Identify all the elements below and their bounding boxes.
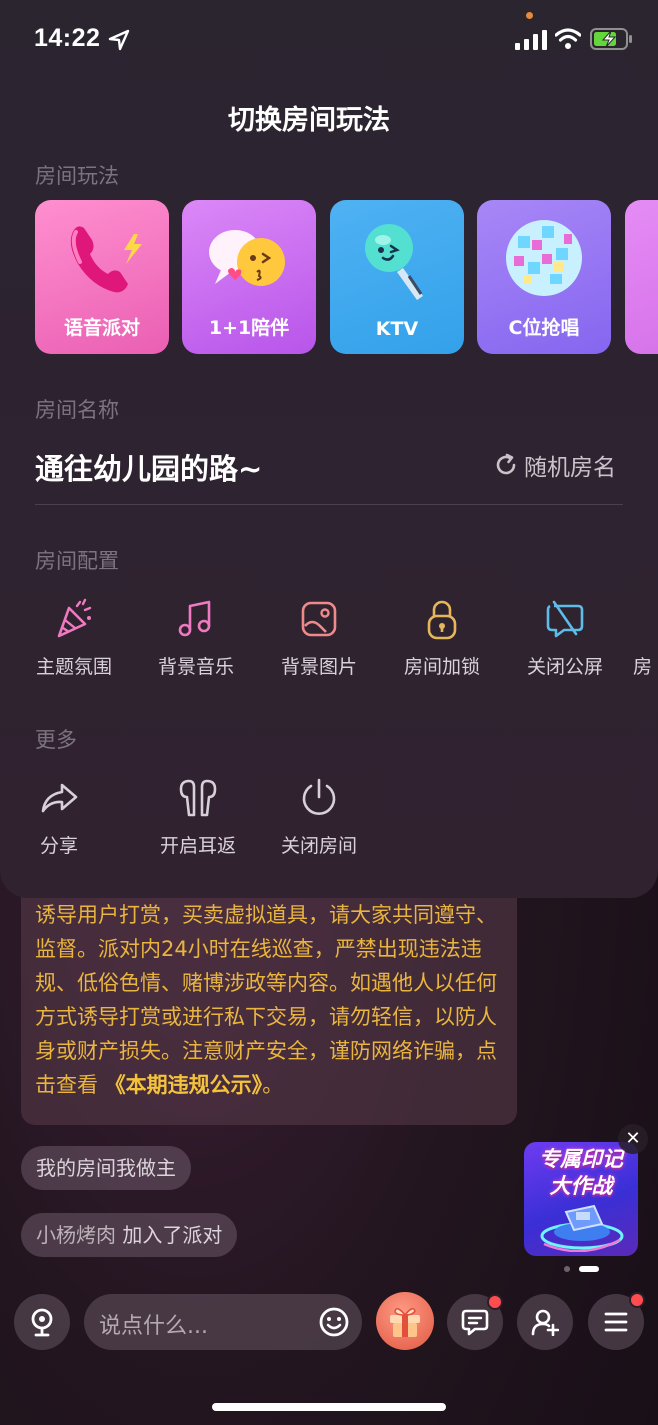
emoji-icon[interactable]	[318, 1306, 350, 1338]
config-item-label: 房间加锁	[403, 656, 480, 678]
invite-user-button[interactable]	[517, 1294, 573, 1350]
config-item-label: 背景音乐	[157, 656, 234, 678]
config-item-overflow[interactable]: 房	[633, 598, 658, 679]
status-bar: 14:22	[0, 0, 658, 80]
promo-title: 专属印记 大作战	[524, 1146, 638, 1200]
background-image-button[interactable]: 背景图片	[264, 598, 374, 679]
promo-title-line1: 专属印记	[539, 1147, 623, 1171]
microphone-icon	[365, 224, 423, 300]
modes-section-label: 房间玩法	[35, 164, 119, 188]
promo-close-button[interactable]: ✕	[618, 1124, 648, 1154]
config-section-label: 房间配置	[35, 549, 119, 573]
random-name-button[interactable]: 随机房名	[494, 448, 616, 482]
notice-text: 诱导用户打赏，买卖虚拟道具，请大家共同遵守、监督。派对内24小时在线巡查，严禁出…	[35, 898, 505, 1102]
gift-button[interactable]	[376, 1292, 434, 1350]
mode-card-voice-party[interactable]: 语音派对	[35, 200, 169, 354]
config-item-label: 关闭公屏	[526, 656, 603, 678]
chat-message: 小杨烤肉 加入了派对	[21, 1213, 238, 1257]
background-music-button[interactable]: 背景音乐	[141, 598, 251, 679]
random-name-label: 随机房名	[524, 455, 616, 481]
room-lock-button[interactable]: 房间加锁	[387, 598, 497, 679]
status-time: 14:22	[34, 24, 101, 52]
promo-page-indicator	[564, 1266, 599, 1272]
close-public-chat-button[interactable]: 关闭公屏	[510, 598, 620, 679]
promo-title-line2: 大作战	[549, 1174, 613, 1198]
chat-off-icon	[546, 600, 584, 638]
share-button[interactable]: 分享	[4, 777, 114, 858]
menu-badge	[629, 1292, 645, 1308]
battery-charging-icon	[590, 28, 632, 50]
chat-message: 我的房间我做主	[21, 1146, 191, 1190]
more-item-label: 分享	[39, 835, 78, 857]
mode-card-ktv[interactable]: KTV	[330, 200, 464, 354]
location-arrow-icon	[108, 29, 130, 51]
divider	[35, 504, 623, 505]
mic-button[interactable]	[14, 1294, 70, 1350]
mode-card-label: KTV	[375, 318, 419, 340]
room-name-text[interactable]: 通往幼儿园的路~	[35, 446, 262, 488]
room-name-section-label: 房间名称	[35, 398, 119, 422]
share-icon	[41, 783, 78, 813]
mode-card-more[interactable]	[625, 200, 658, 354]
mode-card-list[interactable]: 语音派对 1+1陪伴 KTV C位抢唱	[35, 200, 658, 355]
mode-card-companion[interactable]: 1+1陪伴	[182, 200, 316, 354]
messages-badge	[487, 1294, 503, 1310]
image-icon	[301, 601, 337, 637]
phone-icon	[70, 226, 142, 293]
gift-icon	[390, 1308, 420, 1337]
wifi-icon	[555, 28, 581, 49]
notice-body: 诱导用户打赏，买卖虚拟道具，请大家共同遵守、监督。派对内24小时在线巡查，严禁出…	[35, 903, 497, 1097]
music-note-icon	[178, 600, 211, 637]
privacy-indicator	[526, 12, 533, 19]
notice-end: 。	[262, 1073, 284, 1097]
microphone-icon	[31, 1308, 53, 1337]
config-item-label: 主题氛围	[35, 656, 112, 678]
theme-atmosphere-button[interactable]: 主题氛围	[19, 598, 129, 679]
chat-input-placeholder: 说点什么...	[99, 1314, 208, 1339]
chat-input[interactable]: 说点什么...	[84, 1294, 362, 1350]
cellular-signal-icon	[515, 30, 547, 50]
home-indicator	[212, 1403, 446, 1411]
promo-banner[interactable]: 专属印记 大作战	[524, 1142, 638, 1256]
switch-room-panel: 切换房间玩法 房间玩法 语音派对 1+1陪伴 KTV C位抢唱 房间名称 通往幼…	[0, 0, 658, 898]
mode-card-label: C位抢唱	[508, 317, 580, 339]
more-section-label: 更多	[35, 728, 77, 752]
config-item-label: 背景图片	[280, 656, 357, 678]
chat-username[interactable]: 小杨烤肉	[36, 1223, 116, 1247]
chat-message-text: 加入了派对	[122, 1223, 223, 1247]
stamp-platform-icon	[540, 1204, 624, 1252]
add-user-icon	[531, 1309, 559, 1336]
mode-card-label: 语音派对	[63, 317, 140, 339]
close-room-button[interactable]: 关闭房间	[264, 777, 374, 858]
more-item-label: 开启耳返	[159, 835, 236, 857]
violation-notice-link[interactable]: 《本期违规公示》	[105, 1073, 263, 1097]
refresh-icon	[496, 453, 516, 475]
power-icon	[302, 778, 336, 815]
system-notice: 诱导用户打赏，买卖虚拟道具，请大家共同遵守、监督。派对内24小时在线巡查，严禁出…	[21, 870, 517, 1125]
party-popper-icon	[57, 598, 92, 638]
chat-message-text: 我的房间我做主	[36, 1156, 176, 1180]
chat-bubbles-icon	[209, 230, 285, 286]
disco-ball-icon	[506, 220, 582, 296]
message-icon	[461, 1309, 489, 1336]
more-item-label: 关闭房间	[280, 835, 357, 857]
panel-title: 切换房间玩法	[228, 105, 390, 136]
menu-icon	[604, 1312, 628, 1332]
mode-card-c-position[interactable]: C位抢唱	[477, 200, 611, 354]
config-item-label: 房	[633, 656, 653, 678]
ear-return-button[interactable]: 开启耳返	[143, 777, 253, 858]
earphones-icon	[179, 779, 217, 817]
mode-card-label: 1+1陪伴	[208, 317, 290, 339]
lock-icon	[427, 600, 457, 640]
